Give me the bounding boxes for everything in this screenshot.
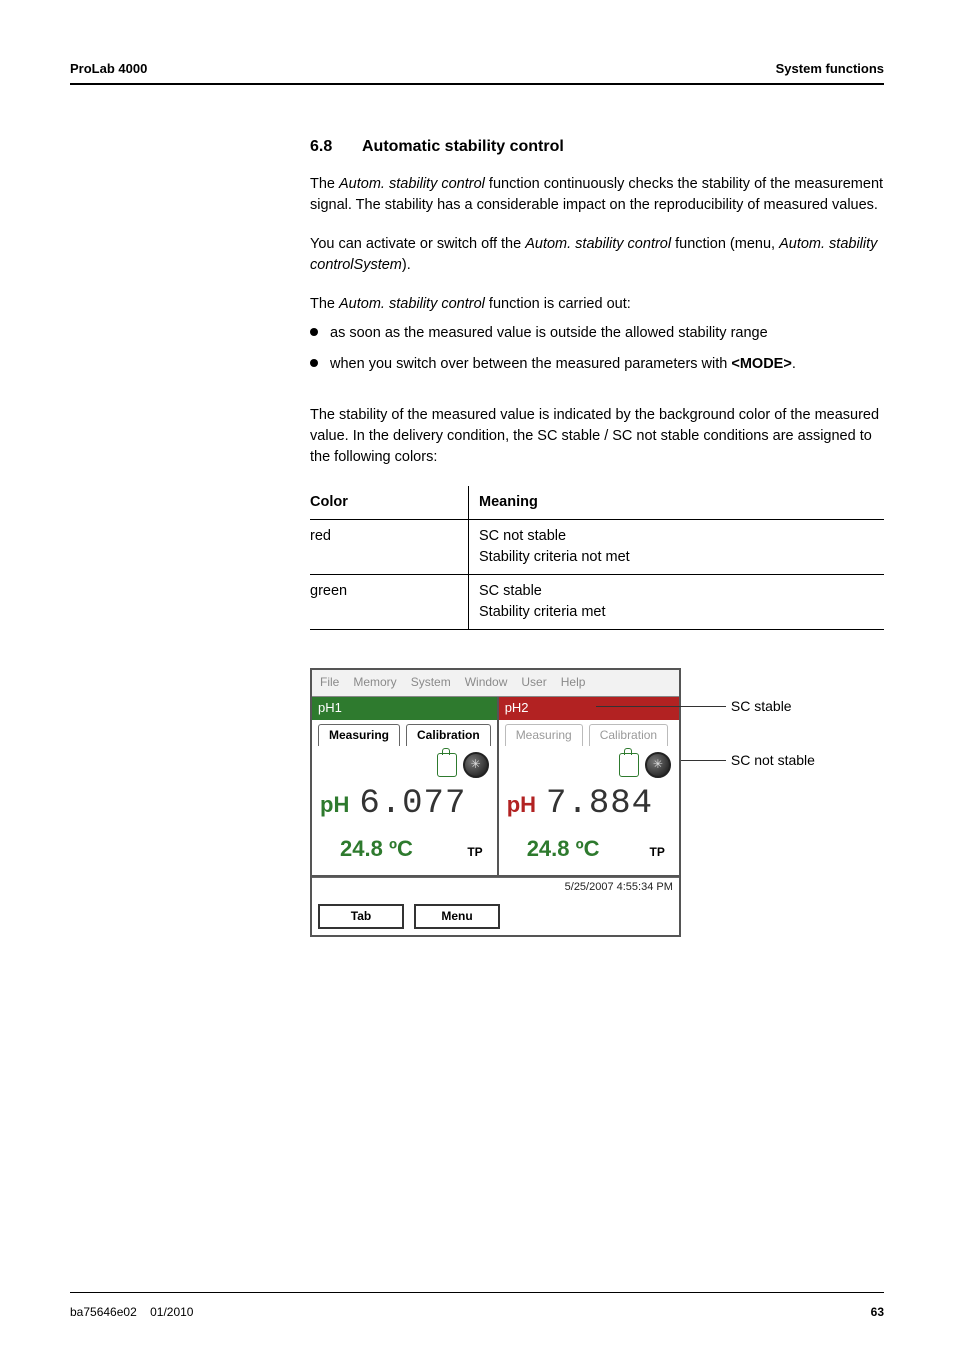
callout-not-stable: SC not stable	[731, 750, 815, 770]
device-screen: File Memory System Window User Help pH1 …	[310, 668, 681, 937]
header-right: System functions	[776, 60, 884, 79]
page-number: 63	[871, 1304, 884, 1321]
pane1-tab-calibration[interactable]: Calibration	[406, 724, 491, 746]
device-figure: File Memory System Window User Help pH1 …	[310, 668, 884, 937]
menu-system[interactable]: System	[411, 674, 451, 691]
pane2-tp: TP	[650, 844, 665, 861]
cell-color-red: red	[310, 520, 469, 575]
device-menubar: File Memory System Window User Help	[312, 670, 679, 696]
section-number: 6.8	[310, 135, 362, 158]
menu-user[interactable]: User	[521, 674, 546, 691]
pane1-tab-measuring[interactable]: Measuring	[318, 724, 400, 746]
cell-color-green: green	[310, 575, 469, 630]
menu-button[interactable]: Menu	[414, 904, 500, 929]
pane1-temp: 24.8 ºC	[340, 833, 413, 865]
menu-window[interactable]: Window	[465, 674, 508, 691]
footer-rule	[70, 1292, 884, 1293]
table-row: red SC not stable Stability criteria not…	[310, 520, 884, 575]
pane2-title: pH2	[499, 697, 679, 720]
sensor-icon: ✳	[463, 752, 489, 778]
callout-stable: SC stable	[731, 696, 792, 716]
pane1-title: pH1	[312, 697, 497, 720]
status-timestamp: 5/25/2007 4:55:34 PM	[565, 880, 673, 896]
cell-meaning-red: SC not stable Stability criteria not met	[469, 520, 885, 575]
pane-ph1: pH1 Measuring Calibration ✳ pH 6.077	[312, 697, 499, 877]
menu-file[interactable]: File	[320, 674, 339, 691]
menu-memory[interactable]: Memory	[353, 674, 396, 691]
th-meaning: Meaning	[469, 486, 885, 520]
pane2-tab-measuring[interactable]: Measuring	[505, 724, 583, 746]
bullet-2: when you switch over between the measure…	[310, 354, 884, 375]
pane-ph2: pH2 Measuring Calibration ✳ pH 7.884	[499, 697, 679, 877]
cell-meaning-green: SC stable Stability criteria met	[469, 575, 885, 630]
color-table: Color Meaning red SC not stable Stabilit…	[310, 486, 884, 630]
menu-help[interactable]: Help	[561, 674, 586, 691]
table-row: green SC stable Stability criteria met	[310, 575, 884, 630]
pane2-ph-value: 7.884	[546, 780, 653, 829]
paragraph-1: The Autom. stability control function co…	[310, 174, 884, 216]
section-title: Automatic stability control	[362, 138, 564, 155]
paragraph-3: The Autom. stability control function is…	[310, 294, 884, 315]
device-button-bar: Tab Menu	[312, 898, 679, 935]
pane2-temp: 24.8 ºC	[527, 833, 600, 865]
callout-line-notstable	[681, 760, 726, 761]
paragraph-2: You can activate or switch off the Autom…	[310, 234, 884, 276]
thermometer-icon	[437, 753, 457, 777]
bullet-1: as soon as the measured value is outside…	[310, 323, 884, 344]
device-statusbar: 5/25/2007 4:55:34 PM	[312, 877, 679, 898]
paragraph-4: The stability of the measured value is i…	[310, 405, 884, 468]
pane2-tab-calibration[interactable]: Calibration	[589, 724, 668, 746]
header-rule	[70, 83, 884, 85]
callout-line-stable	[596, 706, 726, 707]
thermometer-icon	[619, 753, 639, 777]
section-heading: 6.8Automatic stability control	[310, 135, 884, 158]
pane1-tp: TP	[467, 844, 482, 861]
pane1-ph-label: pH	[320, 789, 349, 821]
tab-button[interactable]: Tab	[318, 904, 404, 929]
bullet-list: as soon as the measured value is outside…	[310, 323, 884, 375]
sensor-icon: ✳	[645, 752, 671, 778]
pane1-ph-value: 6.077	[359, 780, 466, 829]
footer-left: ba75646e02 01/2010	[70, 1304, 193, 1321]
th-color: Color	[310, 486, 469, 520]
pane2-ph-label: pH	[507, 789, 536, 821]
header-left: ProLab 4000	[70, 60, 147, 79]
